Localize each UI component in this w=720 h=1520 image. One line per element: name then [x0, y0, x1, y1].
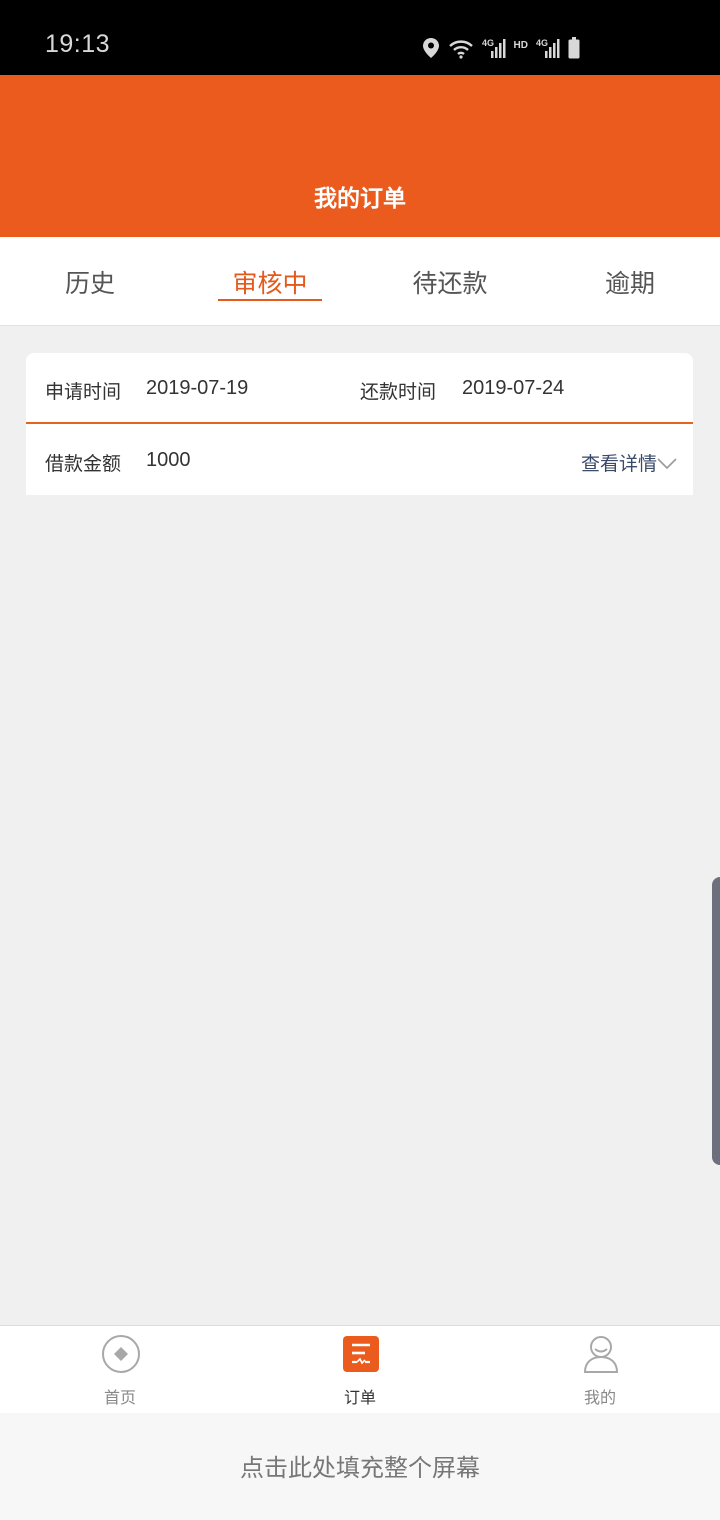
svg-text:4G: 4G — [536, 38, 548, 48]
home-icon — [101, 1334, 141, 1378]
fill-screen-button[interactable]: 点击此处填充整个屏幕 — [0, 1413, 720, 1520]
loan-amount-label: 借款金额 — [45, 453, 122, 475]
page-title: 我的订单 — [314, 186, 406, 212]
order-tabs: 历史 审核中 待还款 逾期 — [0, 237, 720, 326]
svg-text:4G: 4G — [482, 38, 494, 48]
bottom-nav: 首页 订单 我的 — [0, 1325, 720, 1413]
active-tab-indicator — [218, 299, 322, 301]
tab-history[interactable]: 历史 — [0, 237, 180, 326]
chevron-down-icon[interactable] — [657, 455, 677, 474]
tab-overdue[interactable]: 逾期 — [540, 237, 720, 326]
apply-time-label: 申请时间 — [45, 381, 122, 403]
nav-orders[interactable]: 订单 — [300, 1326, 420, 1414]
wifi-icon — [448, 39, 474, 59]
tab-under-review[interactable]: 审核中 — [180, 237, 360, 326]
status-icons: 4G HD 4G — [422, 31, 580, 59]
edge-panel-handle[interactable] — [712, 877, 720, 1165]
status-bar: 19:13 4G HD 4G — [0, 0, 720, 75]
nav-profile-label: 我的 — [583, 1388, 616, 1407]
profile-icon — [581, 1334, 621, 1378]
repay-time-label: 还款时间 — [360, 381, 437, 403]
hd-icon: HD — [513, 40, 528, 51]
app-header: 我的订单 — [0, 75, 720, 237]
status-time: 19:13 — [45, 30, 111, 58]
nav-home-label: 首页 — [103, 1388, 136, 1407]
nav-home[interactable]: 首页 — [60, 1326, 180, 1414]
nav-profile[interactable]: 我的 — [540, 1326, 660, 1414]
order-list-icon — [341, 1334, 381, 1378]
view-details-link[interactable]: 查看详情 — [581, 449, 657, 476]
4g-signal-icon: 4G — [536, 37, 560, 59]
order-card: 申请时间 2019-07-19 还款时间 2019-07-24 借款金额 100… — [26, 353, 693, 495]
repay-time-value: 2019-07-24 — [462, 377, 565, 399]
battery-icon — [568, 37, 580, 59]
loan-amount-value: 1000 — [146, 449, 191, 471]
4g-signal-icon: 4G — [482, 37, 506, 59]
apply-time-value: 2019-07-19 — [146, 377, 249, 399]
nav-orders-label: 订单 — [343, 1388, 376, 1407]
location-icon — [422, 37, 440, 59]
order-amount-row: 借款金额 1000 查看详情 — [26, 425, 693, 495]
order-dates-row: 申请时间 2019-07-19 还款时间 2019-07-24 — [26, 353, 693, 424]
tab-pending-repayment[interactable]: 待还款 — [360, 237, 540, 326]
